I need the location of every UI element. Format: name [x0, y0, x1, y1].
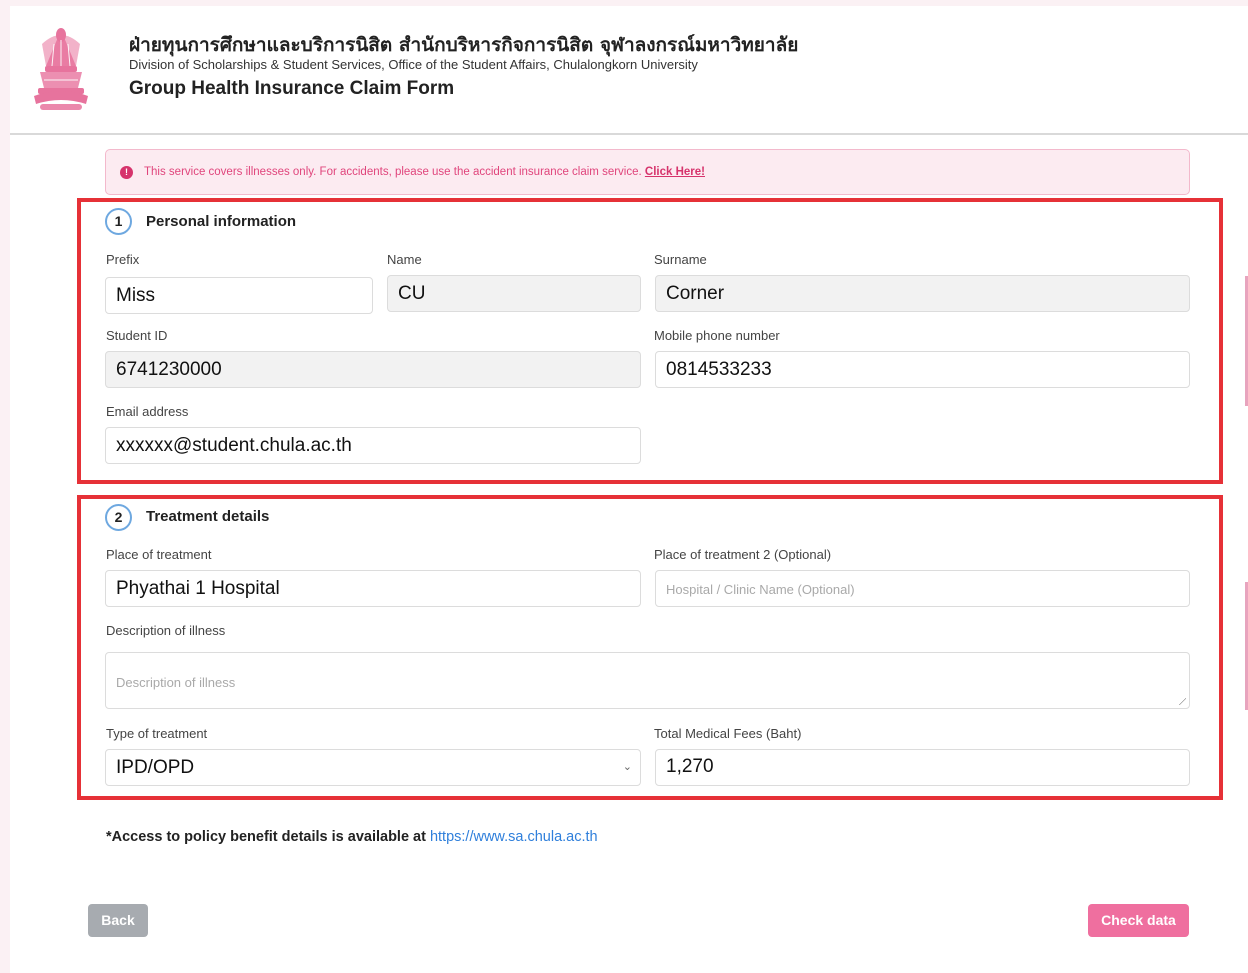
fees-label: Total Medical Fees (Baht) — [654, 726, 802, 741]
page: ฝ่ายทุนการศึกษาและบริการนิสิต สำนักบริหา… — [10, 0, 1248, 973]
type-label: Type of treatment — [106, 726, 208, 741]
check-data-button[interactable]: Check data — [1088, 904, 1189, 937]
header: ฝ่ายทุนการศึกษาและบริการนิสิต สำนักบริหา… — [10, 6, 1248, 135]
type-selected-value: IPD/OPD — [116, 757, 195, 778]
student-id-label: Student ID — [106, 328, 168, 343]
header-title-thai: ฝ่ายทุนการศึกษาและบริการนิสิต สำนักบริหา… — [129, 34, 799, 56]
policy-text: *Access to policy benefit details is ava… — [106, 829, 430, 845]
student-id-field[interactable]: 6741230000 — [105, 351, 641, 388]
back-button[interactable]: Back — [88, 904, 148, 937]
notice-message: This service covers illnesses only. For … — [144, 166, 705, 178]
form-title: Group Health Insurance Claim Form — [129, 78, 455, 99]
header-title-english: Division of Scholarships & Student Servi… — [129, 57, 698, 72]
accident-claim-link[interactable]: Click Here! — [645, 166, 705, 178]
info-icon: ! — [120, 166, 133, 179]
policy-link[interactable]: https://www.sa.chula.ac.th — [430, 829, 598, 845]
step-2-badge: 2 — [105, 504, 132, 531]
prefix-label: Prefix — [106, 252, 140, 267]
description-textarea[interactable]: Description of illness — [105, 652, 1190, 709]
step-1-badge: 1 — [105, 208, 132, 235]
place2-field[interactable]: Hospital / Clinic Name (Optional) — [655, 570, 1190, 607]
personal-info-title: Personal information — [146, 213, 297, 230]
notice-text: This service covers illnesses only. For … — [144, 166, 642, 178]
chevron-down-icon: ⌄ — [622, 761, 632, 773]
name-field[interactable]: CU — [387, 275, 641, 312]
phone-field[interactable]: 0814533233 — [655, 351, 1190, 388]
prefix-select[interactable]: Miss — [105, 277, 373, 314]
treatment-details-title: Treatment details — [146, 508, 270, 525]
email-field[interactable]: xxxxxx@student.chula.ac.th — [105, 427, 641, 464]
illness-notice: ! This service covers illnesses only. Fo… — [105, 149, 1190, 195]
surname-field[interactable]: Corner — [655, 275, 1190, 312]
description-label: Description of illness — [106, 623, 226, 638]
type-select[interactable]: IPD/OPD ⌄ — [105, 749, 641, 786]
email-label: Email address — [106, 404, 189, 419]
phone-label: Mobile phone number — [654, 328, 780, 343]
surname-label: Surname — [654, 252, 707, 267]
chula-crest-icon — [34, 28, 88, 110]
place-label: Place of treatment — [106, 547, 212, 562]
policy-note: *Access to policy benefit details is ava… — [106, 829, 598, 845]
resize-handle-icon[interactable] — [1178, 697, 1186, 705]
description-placeholder: Description of illness — [116, 675, 236, 690]
name-label: Name — [387, 252, 422, 267]
place2-label: Place of treatment 2 (Optional) — [654, 547, 832, 562]
fees-field[interactable]: 1,270 — [655, 749, 1190, 786]
place-field[interactable]: Phyathai 1 Hospital — [105, 570, 641, 607]
